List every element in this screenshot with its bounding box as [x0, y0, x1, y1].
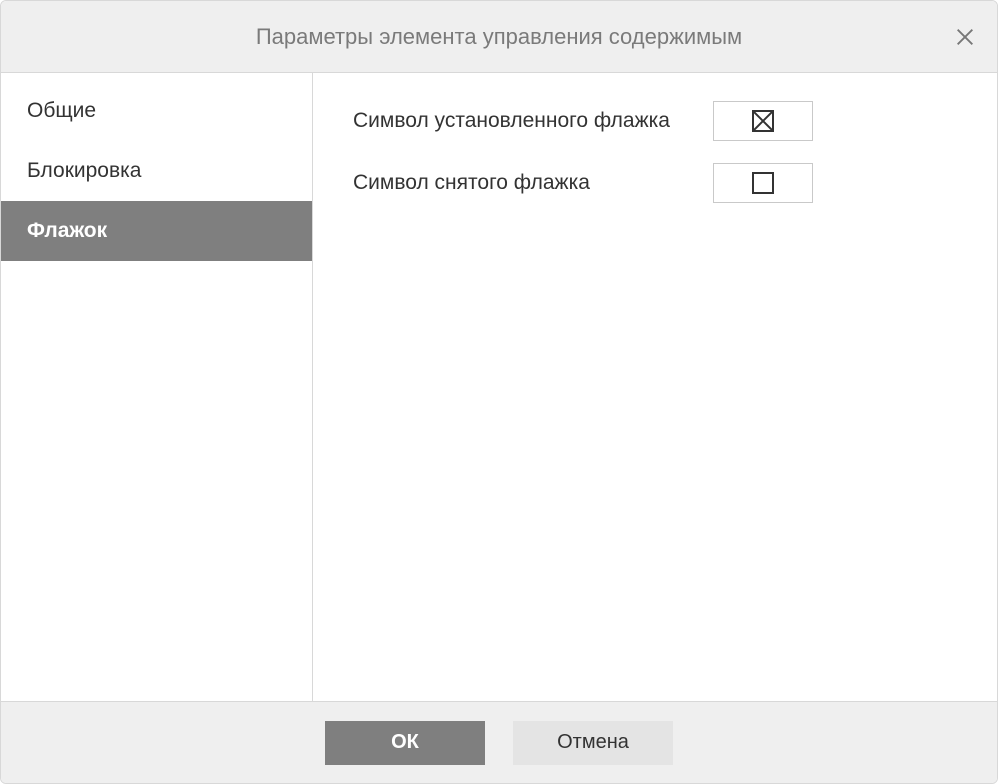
- checked-symbol-label: Символ установленного флажка: [353, 109, 713, 133]
- row-checked-symbol: Символ установленного флажка: [353, 101, 957, 141]
- sidebar-item-label: Общие: [27, 99, 96, 122]
- dialog: Параметры элемента управления содержимым…: [0, 0, 998, 784]
- titlebar: Параметры элемента управления содержимым: [1, 1, 997, 73]
- sidebar-item-lock[interactable]: Блокировка: [1, 141, 312, 201]
- cancel-button[interactable]: Отмена: [513, 721, 673, 765]
- ok-button[interactable]: ОК: [325, 721, 485, 765]
- sidebar: Общие Блокировка Флажок: [1, 73, 313, 701]
- sidebar-item-label: Флажок: [27, 219, 107, 242]
- row-unchecked-symbol: Символ снятого флажка: [353, 163, 957, 203]
- sidebar-item-label: Блокировка: [27, 159, 141, 182]
- unchecked-symbol-button[interactable]: [713, 163, 813, 203]
- content-pane: Символ установленного флажка Символ снят…: [313, 73, 997, 701]
- close-icon: [954, 26, 976, 48]
- dialog-title: Параметры элемента управления содержимым: [256, 24, 742, 50]
- checked-box-icon: [752, 110, 774, 132]
- ok-button-label: ОК: [391, 731, 419, 754]
- unchecked-symbol-label: Символ снятого флажка: [353, 171, 713, 195]
- close-button[interactable]: [953, 25, 977, 49]
- cancel-button-label: Отмена: [557, 731, 629, 754]
- sidebar-item-checkbox[interactable]: Флажок: [1, 201, 312, 261]
- unchecked-box-icon: [752, 172, 774, 194]
- dialog-footer: ОК Отмена: [1, 701, 997, 783]
- checked-symbol-button[interactable]: [713, 101, 813, 141]
- dialog-body: Общие Блокировка Флажок Символ установле…: [1, 73, 997, 701]
- sidebar-item-general[interactable]: Общие: [1, 81, 312, 141]
